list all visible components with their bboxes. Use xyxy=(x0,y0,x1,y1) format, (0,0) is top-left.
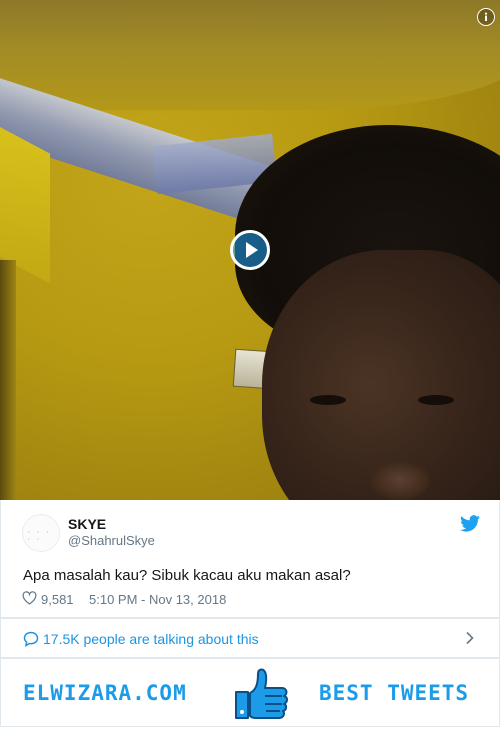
avatar-text: · · · · · xyxy=(27,529,51,543)
site-name[interactable]: ELWIZARA.COM xyxy=(23,681,187,705)
tagline: BEST TWEETS xyxy=(319,681,470,705)
video-person-eye-left xyxy=(310,395,346,405)
reply-bubble-icon xyxy=(23,631,39,647)
video-pillar xyxy=(0,260,16,500)
author-name[interactable]: SKYE xyxy=(68,516,106,532)
heart-icon[interactable] xyxy=(22,591,37,605)
like-count[interactable]: 9,581 xyxy=(41,592,74,607)
tweet-text: Apa masalah kau? Sibuk kacau aku makan a… xyxy=(23,567,351,584)
video-ceiling xyxy=(0,0,500,110)
author-handle[interactable]: @ShahrulSkye xyxy=(68,533,155,548)
video-person-eye-right xyxy=(418,395,454,405)
info-button[interactable] xyxy=(477,8,495,26)
tweet-timestamp[interactable]: 5:10 PM - Nov 13, 2018 xyxy=(89,592,226,607)
play-button[interactable] xyxy=(230,230,270,270)
avatar[interactable]: · · · · · xyxy=(22,514,60,552)
twitter-bird-icon[interactable] xyxy=(460,515,480,532)
play-icon xyxy=(246,242,258,258)
info-icon xyxy=(484,12,488,21)
conversation-label[interactable]: 17.5K people are talking about this xyxy=(43,631,259,647)
video-person-nose xyxy=(370,460,430,500)
thumbs-up-icon xyxy=(235,668,288,719)
tweet-video[interactable] xyxy=(0,0,500,500)
tweet-card: · · · · · SKYE @ShahrulSkye Apa masalah … xyxy=(0,500,500,618)
video-person-face xyxy=(262,250,500,500)
conversation-link[interactable]: 17.5K people are talking about this xyxy=(0,618,500,658)
brand-banner: ELWIZARA.COM BEST TWEETS xyxy=(0,658,500,727)
chevron-right-icon xyxy=(466,631,474,645)
